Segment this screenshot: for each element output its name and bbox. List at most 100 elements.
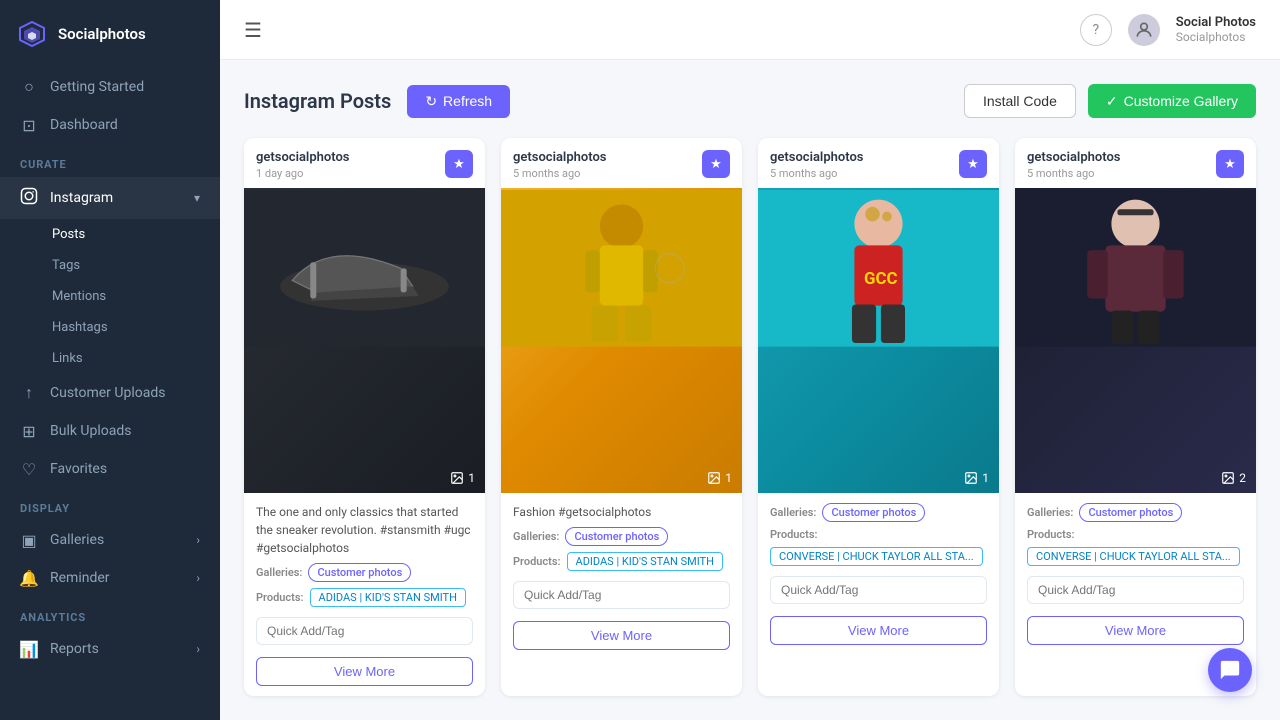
main-area: ☰ ? Social Photos Socialphotos Instagram…	[220, 0, 1280, 720]
view-more-button[interactable]: View More	[770, 616, 987, 645]
page-header-left: Instagram Posts ↻ Refresh	[244, 85, 510, 118]
topbar-right: ? Social Photos Socialphotos	[1080, 14, 1256, 46]
refresh-icon: ↻	[425, 93, 437, 110]
card-image: GCC 1	[758, 188, 999, 493]
sidebar-item-dashboard[interactable]: ⊡ Dashboard	[0, 106, 220, 144]
refresh-button[interactable]: ↻ Refresh	[407, 85, 510, 118]
sidebar-item-label: Getting Started	[50, 79, 144, 95]
sidebar-sub-item-tags[interactable]: Tags	[0, 250, 220, 281]
card-image: 1	[501, 188, 742, 493]
topbar-left: ☰	[244, 18, 262, 42]
view-more-button[interactable]: View More	[1027, 616, 1244, 645]
user-name: Social Photos	[1176, 15, 1256, 30]
card-time: 5 months ago	[1027, 167, 1121, 180]
quick-add-input[interactable]	[1027, 576, 1244, 604]
product-badge[interactable]: ADIDAS | KID'S STAN SMITH	[310, 588, 466, 607]
sidebar-sub-item-hashtags[interactable]: Hashtags	[0, 312, 220, 343]
user-avatar	[1128, 14, 1160, 46]
svg-text:GCC: GCC	[864, 269, 898, 289]
quick-add-input[interactable]	[770, 576, 987, 604]
section-label-curate: CURATE	[0, 144, 220, 177]
gallery-badge[interactable]: Customer photos	[822, 503, 925, 522]
sidebar-sub-item-mentions[interactable]: Mentions	[0, 281, 220, 312]
post-card: getsocialphotos 5 months ago ★ 2 Galleri…	[1015, 138, 1256, 696]
star-button[interactable]: ★	[445, 150, 473, 178]
sidebar-item-bulk-uploads[interactable]: ⊞ Bulk Uploads	[0, 412, 220, 450]
sidebar-item-galleries[interactable]: ▣ Galleries ›	[0, 521, 220, 559]
sidebar-item-favorites[interactable]: ♡ Favorites	[0, 450, 220, 488]
help-button[interactable]: ?	[1080, 14, 1112, 46]
card-caption: The one and only classics that started t…	[256, 503, 473, 557]
sidebar-logo[interactable]: Socialphotos	[0, 0, 220, 68]
customize-label: Customize Gallery	[1124, 93, 1238, 109]
galleries-chevron-icon: ›	[196, 533, 200, 547]
star-button[interactable]: ★	[702, 150, 730, 178]
quick-add-input[interactable]	[513, 581, 730, 609]
card-username: getsocialphotos	[513, 150, 607, 165]
card-products: Products: CONVERSE | CHUCK TAYLOR ALL ST…	[1027, 528, 1244, 566]
star-button[interactable]: ★	[959, 150, 987, 178]
view-more-button[interactable]: View More	[513, 621, 730, 650]
card-products: Products: ADIDAS | KID'S STAN SMITH	[256, 588, 473, 607]
getting-started-icon: ○	[20, 78, 38, 96]
galleries-label: Galleries:	[513, 530, 559, 543]
customize-gallery-button[interactable]: ✓ Customize Gallery	[1088, 84, 1256, 118]
card-time: 1 day ago	[256, 167, 350, 180]
card-header: getsocialphotos 5 months ago ★	[758, 138, 999, 188]
install-code-button[interactable]: Install Code	[964, 84, 1076, 118]
instagram-label: Instagram	[50, 190, 113, 206]
customize-icon: ✓	[1106, 93, 1118, 110]
gallery-badge[interactable]: Customer photos	[565, 527, 668, 546]
post-card: getsocialphotos 5 months ago ★ 1 Fashion…	[501, 138, 742, 696]
product-badge[interactable]: CONVERSE | CHUCK TAYLOR ALL STA...	[1027, 547, 1240, 566]
sidebar-sub-item-posts[interactable]: Posts	[0, 219, 220, 250]
gallery-badge[interactable]: Customer photos	[308, 563, 411, 582]
card-header: getsocialphotos 5 months ago ★	[1015, 138, 1256, 188]
page-header-right: Install Code ✓ Customize Gallery	[964, 84, 1256, 118]
view-more-button[interactable]: View More	[256, 657, 473, 686]
product-badge[interactable]: ADIDAS | KID'S STAN SMITH	[567, 552, 723, 571]
sidebar-item-label: Dashboard	[50, 117, 118, 133]
card-body: The one and only classics that started t…	[244, 493, 485, 696]
card-username: getsocialphotos	[770, 150, 864, 165]
card-image: 2	[1015, 188, 1256, 493]
instagram-icon	[20, 187, 38, 209]
hamburger-icon[interactable]: ☰	[244, 18, 262, 42]
customer-uploads-icon: ↑	[20, 384, 38, 402]
card-user: getsocialphotos 5 months ago	[513, 150, 607, 180]
sidebar-item-label: Customer Uploads	[50, 385, 165, 401]
quick-add-input[interactable]	[256, 617, 473, 645]
sidebar-sub-item-links[interactable]: Links	[0, 343, 220, 374]
sidebar-item-customer-uploads[interactable]: ↑ Customer Uploads	[0, 374, 220, 412]
card-galleries: Galleries: Customer photos	[1027, 503, 1244, 522]
products-label: Products:	[513, 555, 561, 568]
bulk-uploads-icon: ⊞	[20, 422, 38, 440]
sidebar-item-reports[interactable]: 📊 Reports ›	[0, 630, 220, 668]
star-button[interactable]: ★	[1216, 150, 1244, 178]
user-info: Social Photos Socialphotos	[1176, 15, 1256, 44]
section-label-display: DISPLAY	[0, 488, 220, 521]
galleries-label: Galleries:	[256, 566, 302, 579]
sidebar-item-label: Bulk Uploads	[50, 423, 131, 439]
gallery-badge[interactable]: Customer photos	[1079, 503, 1182, 522]
card-image-count: 1	[450, 471, 475, 485]
card-products: Products: CONVERSE | CHUCK TAYLOR ALL ST…	[770, 528, 987, 566]
content-area: Instagram Posts ↻ Refresh Install Code ✓…	[220, 60, 1280, 720]
card-username: getsocialphotos	[1027, 150, 1121, 165]
product-badge[interactable]: CONVERSE | CHUCK TAYLOR ALL STA...	[770, 547, 983, 566]
refresh-label: Refresh	[443, 93, 492, 109]
sidebar-item-label: Reports	[50, 641, 99, 657]
card-header: getsocialphotos 1 day ago ★	[244, 138, 485, 188]
sidebar-item-reminder[interactable]: 🔔 Reminder ›	[0, 559, 220, 597]
favorites-icon: ♡	[20, 460, 38, 478]
card-image-count: 1	[707, 471, 732, 485]
galleries-icon: ▣	[20, 531, 38, 549]
chat-fab-button[interactable]	[1208, 648, 1252, 692]
products-label: Products:	[256, 591, 304, 604]
card-galleries: Galleries: Customer photos	[256, 563, 473, 582]
sidebar-item-getting-started[interactable]: ○ Getting Started	[0, 68, 220, 106]
card-products: Products: ADIDAS | KID'S STAN SMITH	[513, 552, 730, 571]
sidebar-item-label: Galleries	[50, 532, 104, 548]
sidebar-item-instagram[interactable]: Instagram ▾	[0, 177, 220, 219]
card-body: Galleries: Customer photos Products: CON…	[758, 493, 999, 696]
